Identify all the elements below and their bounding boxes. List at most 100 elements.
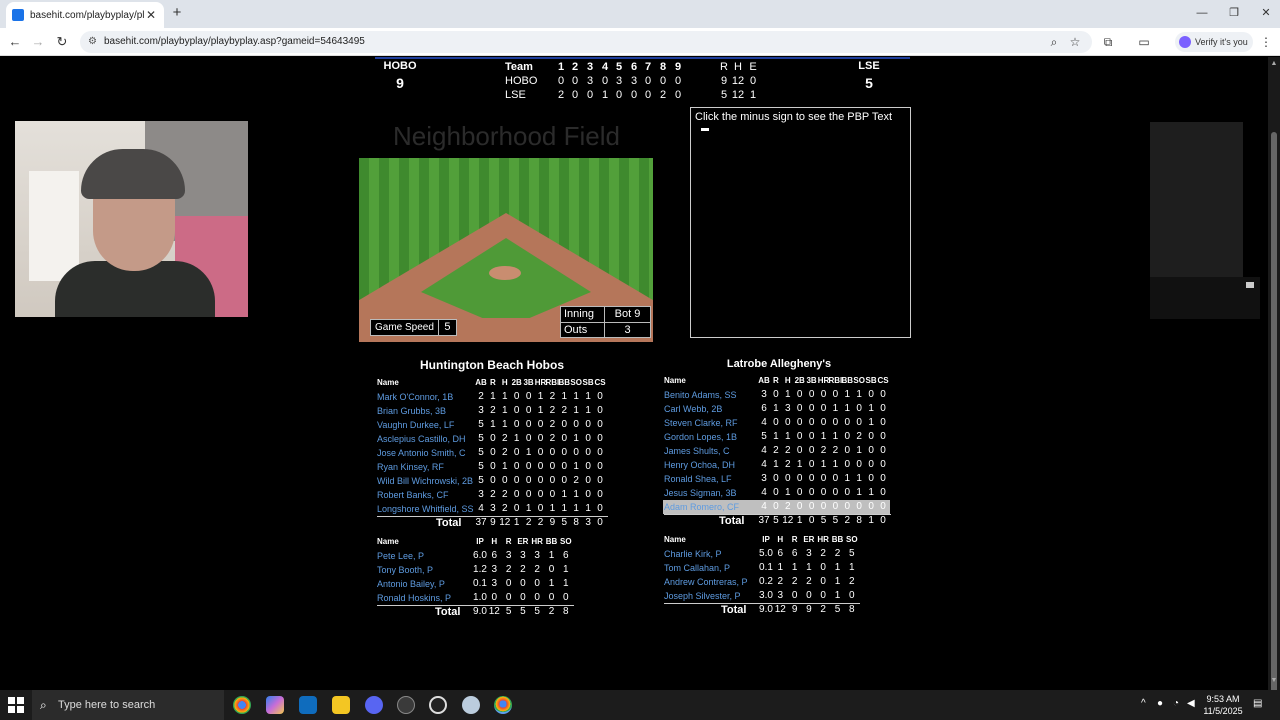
pitcher-name-link[interactable]: Ronald Hoskins, P bbox=[377, 591, 451, 605]
pitching-header-cell: R bbox=[505, 537, 512, 546]
pitching-header-name: Name bbox=[377, 537, 399, 546]
pitcher-name-link[interactable]: Andrew Contreras, P bbox=[664, 575, 748, 589]
inning-runs: 0 bbox=[630, 89, 638, 101]
scroll-down-icon[interactable]: ▼ bbox=[1270, 677, 1278, 684]
table-row: Andrew Contreras, P 0.2 2 2 2 0 1 2 bbox=[664, 575, 864, 589]
stat-cell: 0 bbox=[548, 564, 555, 575]
minimize-window-icon[interactable]: — bbox=[1190, 5, 1214, 21]
stat-cell: 2 bbox=[791, 576, 798, 587]
player-name-link[interactable]: Henry Ochoa, DH bbox=[664, 458, 735, 472]
minus-toggle-icon[interactable] bbox=[701, 127, 709, 131]
mute-icon[interactable] bbox=[1246, 282, 1254, 288]
pitcher-name-link[interactable]: Joseph Silvester, P bbox=[664, 589, 741, 603]
pitching-header-cell: ER bbox=[517, 537, 529, 546]
notifications-icon[interactable]: ▤ bbox=[1253, 698, 1262, 709]
pitcher-name-link[interactable]: Tom Callahan, P bbox=[664, 561, 730, 575]
windows-start-icon[interactable] bbox=[8, 697, 24, 713]
table-row: Mark O'Connor, 1B 2 1 1 0 0 1 2 1 1 1 0 bbox=[377, 390, 627, 404]
taskbar-search-box[interactable]: ⌕ Type here to search bbox=[32, 690, 224, 720]
pitcher-name-link[interactable]: Antonio Bailey, P bbox=[377, 577, 445, 591]
table-row: Carl Webb, 2B 6 1 3 0 0 0 1 1 0 1 0 bbox=[664, 402, 914, 416]
player-name-link[interactable]: Jose Antonio Smith, C bbox=[377, 446, 466, 460]
stat-cell: 0 bbox=[597, 503, 603, 514]
total-label: Total bbox=[719, 515, 745, 527]
close-window-icon[interactable]: ✕ bbox=[1254, 5, 1278, 21]
player-name-link[interactable]: Jesus Sigman, 3B bbox=[664, 486, 737, 500]
inning-runs: 0 bbox=[674, 75, 682, 87]
player-name-link[interactable]: Robert Banks, CF bbox=[377, 488, 449, 502]
table-row: Benito Adams, SS 3 0 1 0 0 0 0 1 1 0 0 bbox=[664, 388, 914, 402]
microphone-icon[interactable]: ● bbox=[1157, 698, 1163, 709]
inning-header: 7 bbox=[644, 61, 652, 73]
stat-cell: 6.0 bbox=[473, 550, 487, 561]
scroll-up-icon[interactable]: ▲ bbox=[1270, 60, 1278, 67]
stat-cell: 2 bbox=[777, 576, 784, 587]
url-text: basehit.com/playbyplay/playbyplay.asp?ga… bbox=[104, 36, 365, 47]
stat-cell: 5 bbox=[849, 548, 855, 559]
scrollbar-thumb[interactable] bbox=[1271, 132, 1277, 707]
player-name-link[interactable]: Steven Clarke, RF bbox=[664, 416, 738, 430]
tray-chevron-icon[interactable]: ^ bbox=[1141, 698, 1146, 709]
pitching-header-cell: R bbox=[791, 535, 798, 544]
calculator-app-icon[interactable] bbox=[397, 696, 415, 714]
network-icon[interactable]: ◔ bbox=[1173, 698, 1179, 709]
taskbar-clock[interactable]: 9:53 AM 11/5/2025 bbox=[1198, 693, 1248, 717]
address-bar[interactable]: ⚙ basehit.com/playbyplay/playbyplay.asp?… bbox=[80, 31, 1092, 53]
profile-button[interactable]: Verify it's you bbox=[1175, 32, 1253, 52]
site-info-icon[interactable]: ⚙ bbox=[88, 31, 97, 53]
pitcher-name-link[interactable]: Tony Booth, P bbox=[377, 563, 433, 577]
stat-cell: 0 bbox=[597, 419, 603, 430]
player-name-link[interactable]: James Shults, C bbox=[664, 444, 730, 458]
player-name-link[interactable]: Brian Grubbs, 3B bbox=[377, 404, 446, 418]
outs-label: Outs bbox=[561, 323, 605, 337]
discord-app-icon[interactable] bbox=[365, 696, 383, 714]
sixty-app-icon[interactable] bbox=[462, 696, 480, 714]
player-name-link[interactable]: Ryan Kinsey, RF bbox=[377, 460, 444, 474]
table-row: Tom Callahan, P 0.1 1 1 1 0 1 1 bbox=[664, 561, 864, 575]
stat-cell: 1.2 bbox=[473, 564, 487, 575]
forward-icon[interactable]: → bbox=[30, 34, 46, 50]
volume-icon[interactable]: ◀ bbox=[1187, 698, 1195, 709]
pitching-header-row: Name IP H R ER HR BB SO bbox=[377, 535, 577, 549]
game-speed-control[interactable]: Game Speed 5 bbox=[370, 319, 457, 336]
page-scrollbar[interactable]: ▲ ▼ bbox=[1268, 57, 1280, 707]
game-speed-value[interactable]: 5 bbox=[437, 320, 456, 335]
side-panel-icon[interactable]: ▭ bbox=[1136, 34, 1152, 50]
new-tab-icon[interactable]: + bbox=[169, 5, 185, 21]
zoom-icon[interactable]: ⌕ bbox=[1046, 34, 1062, 50]
pitcher-name-link[interactable]: Charlie Kirk, P bbox=[664, 547, 722, 561]
player-name-link[interactable]: Benito Adams, SS bbox=[664, 388, 737, 402]
player-name-link[interactable]: Longshore Whitfield, SS bbox=[377, 502, 474, 516]
player-name-link[interactable]: Gordon Lopes, 1B bbox=[664, 430, 737, 444]
table-row: Ronald Hoskins, P 1.0 0 0 0 0 0 0 bbox=[377, 591, 577, 605]
reload-icon[interactable]: ↻ bbox=[54, 34, 70, 50]
player-name-link[interactable]: Mark O'Connor, 1B bbox=[377, 390, 453, 404]
stat-cell: 0.2 bbox=[759, 576, 773, 587]
file-explorer-icon[interactable] bbox=[332, 696, 350, 714]
store-app-icon[interactable] bbox=[299, 696, 317, 714]
bookmark-star-icon[interactable]: ☆ bbox=[1067, 34, 1083, 50]
table-row: Charlie Kirk, P 5.0 6 6 3 2 2 5 bbox=[664, 547, 864, 561]
stat-cell: 6 bbox=[491, 550, 498, 561]
chrome-app-icon[interactable] bbox=[233, 696, 251, 714]
player-name-link[interactable]: Vaughn Durkee, LF bbox=[377, 418, 454, 432]
stat-cell: 3.0 bbox=[759, 590, 773, 601]
player-name-link[interactable]: Adam Romero, CF bbox=[664, 500, 739, 514]
pitcher-name-link[interactable]: Pete Lee, P bbox=[377, 549, 424, 563]
stat-cell: 0 bbox=[505, 578, 512, 589]
close-tab-icon[interactable]: ✕ bbox=[144, 8, 158, 22]
player-name-link[interactable]: Wild Bill Wichrowski, 2B bbox=[377, 474, 473, 488]
player-name-link[interactable]: Ronald Shea, LF bbox=[664, 472, 732, 486]
linescore-row: HOBO 0 0 3 0 3 3 0 0 0 9 12 0 bbox=[0, 74, 1268, 88]
player-name-link[interactable]: Asclepius Castillo, DH bbox=[377, 432, 466, 446]
chrome-active-app-icon[interactable] bbox=[494, 696, 512, 714]
player-name-link[interactable]: Carl Webb, 2B bbox=[664, 402, 722, 416]
browser-tab[interactable]: basehit.com/playbyplay/playby ✕ bbox=[6, 2, 164, 28]
back-icon[interactable]: ← bbox=[7, 34, 23, 50]
menu-kebab-icon[interactable]: ⋮ bbox=[1258, 34, 1274, 50]
copilot-app-icon[interactable] bbox=[266, 696, 284, 714]
inning-outs-box: Inning Bot 9 Outs 3 bbox=[560, 306, 651, 338]
extensions-icon[interactable]: ⧉ bbox=[1100, 34, 1116, 50]
restore-window-icon[interactable]: ❐ bbox=[1222, 5, 1246, 21]
obs-app-icon[interactable] bbox=[429, 696, 447, 714]
